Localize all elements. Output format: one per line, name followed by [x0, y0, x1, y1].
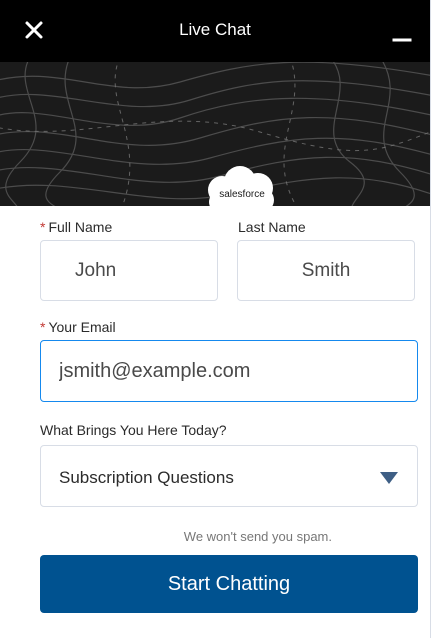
last-name-input[interactable] — [237, 240, 415, 301]
first-name-label: * Full Name — [40, 219, 113, 235]
no-spam-note: We won't send you spam. — [183, 529, 332, 544]
chat-header: Live Chat — [0, 0, 430, 62]
reason-label: What Brings You Here Today? — [40, 422, 227, 438]
chat-title: Live Chat — [179, 20, 251, 39]
minimize-icon — [392, 38, 412, 42]
start-chatting-button[interactable]: Start Chatting — [40, 555, 418, 613]
reason-select[interactable]: Subscription Questions — [40, 445, 418, 507]
chevron-down-icon — [380, 472, 398, 484]
brand-banner: salesforce — [0, 62, 430, 206]
email-label: * Your Email — [40, 319, 116, 335]
minimize-button[interactable] — [392, 22, 418, 44]
last-name-label: Last Name — [238, 219, 306, 235]
chat-window: Live Chat salesforce * Full Name Last Na… — [0, 0, 431, 638]
salesforce-logo: salesforce — [196, 160, 288, 206]
reason-selected-value: Subscription Questions — [59, 468, 234, 487]
first-name-input[interactable] — [40, 240, 218, 301]
email-input[interactable] — [40, 340, 418, 402]
svg-text:salesforce: salesforce — [219, 189, 265, 200]
